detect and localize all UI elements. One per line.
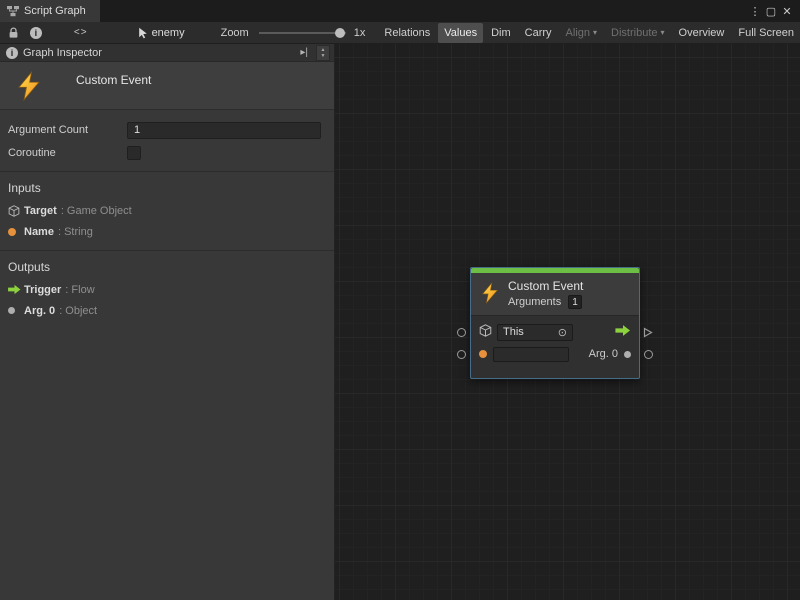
info-icon[interactable]: i <box>30 27 42 39</box>
chevron-down-icon: ▾ <box>593 23 597 43</box>
event-name-input[interactable] <box>493 347 569 362</box>
argument-count-row: Argument Count <box>0 120 334 140</box>
align-button[interactable]: Align ▾ <box>560 23 603 43</box>
input-name: Target <box>24 205 57 217</box>
graph-inspector-title: Graph Inspector <box>23 47 102 59</box>
zoom-label: Zoom <box>221 27 249 39</box>
node-arg-row: Arg. 0 <box>479 345 631 363</box>
custom-event-node[interactable]: Custom Event Arguments 1 This <box>470 267 640 379</box>
panel-scroll-widget[interactable]: ▲ ▼ <box>316 45 330 61</box>
outputs-heading: Outputs <box>0 251 334 279</box>
tab-bar: Script Graph ⋮ ▢ ✕ <box>0 0 800 22</box>
maximize-icon[interactable]: ▢ <box>763 5 779 18</box>
output-name: Trigger <box>24 284 61 296</box>
align-button-label: Align <box>566 23 590 43</box>
overview-button[interactable]: Overview <box>673 23 731 43</box>
input-row-name: Name : String <box>0 221 334 242</box>
coroutine-row: Coroutine <box>0 143 334 163</box>
input-name: Name <box>24 226 54 238</box>
object-picker-icon[interactable]: ⊙ <box>558 326 567 339</box>
tab-script-graph[interactable]: Script Graph <box>0 0 100 22</box>
full-screen-button[interactable]: Full Screen <box>732 23 800 43</box>
custom-event-icon <box>479 281 501 308</box>
info-icon: i <box>6 47 18 59</box>
script-graph-icon <box>7 6 19 17</box>
input-row-target: Target : Game Object <box>0 200 334 221</box>
custom-event-icon <box>14 70 44 105</box>
node-header[interactable]: Custom Event Arguments 1 <box>471 273 639 316</box>
collapse-panel-icon[interactable]: ▸| <box>300 47 308 58</box>
arg0-output-port[interactable] <box>644 350 653 359</box>
trigger-flow-arrow-icon[interactable] <box>615 324 631 340</box>
name-input-port[interactable] <box>457 350 466 359</box>
lock-icon[interactable] <box>8 27 19 39</box>
unit-title: Custom Event <box>76 73 151 87</box>
output-type: : Flow <box>65 284 94 296</box>
values-button[interactable]: Values <box>438 23 483 43</box>
game-object-cube-icon <box>8 205 24 217</box>
target-input-port[interactable] <box>457 328 466 337</box>
code-view-icon[interactable]: <> <box>74 27 88 38</box>
carry-button[interactable]: Carry <box>519 23 558 43</box>
breadcrumb-graph-name[interactable]: enemy <box>152 27 185 39</box>
zoom-value: 1x <box>354 27 366 39</box>
flow-arrow-icon <box>8 284 24 295</box>
graph-inspector-header: i Graph Inspector ▸| ▲ ▼ <box>0 44 334 62</box>
arg0-port-icon[interactable] <box>624 351 631 358</box>
node-arguments-count: 1 <box>568 295 582 309</box>
coroutine-checkbox[interactable] <box>127 146 141 160</box>
close-icon[interactable]: ✕ <box>779 5 795 18</box>
custom-event-node-wrapper: Custom Event Arguments 1 This <box>457 267 653 379</box>
unit-title-block: Custom Event <box>0 62 334 110</box>
chevron-down-icon: ▾ <box>661 23 665 43</box>
string-port-icon <box>8 228 24 236</box>
node-title: Custom Event <box>508 279 583 293</box>
dim-button[interactable]: Dim <box>485 23 517 43</box>
arg0-label: Arg. 0 <box>589 348 618 360</box>
argument-count-input[interactable] <box>127 122 321 139</box>
zoom-slider[interactable] <box>259 26 346 40</box>
window-controls: ⋮ ▢ ✕ <box>747 0 800 22</box>
node-target-row: This ⊙ <box>479 322 631 342</box>
argument-count-label: Argument Count <box>8 124 127 136</box>
tab-label: Script Graph <box>24 5 86 17</box>
graph-pointer-icon <box>138 27 148 39</box>
node-body: This ⊙ Arg. 0 <box>471 316 639 378</box>
graph-toolbar: i <> enemy Zoom 1x Relations Values Dim … <box>0 22 800 44</box>
trigger-output-port[interactable] <box>643 327 653 341</box>
relations-button[interactable]: Relations <box>378 23 436 43</box>
zoom-slider-track <box>259 32 346 34</box>
graph-inspector-panel: i Graph Inspector ▸| ▲ ▼ Custom Event Ar… <box>0 44 335 600</box>
coroutine-label: Coroutine <box>8 147 127 159</box>
input-type: : String <box>58 226 93 238</box>
scroll-down-icon[interactable]: ▼ <box>321 53 326 59</box>
game-object-cube-icon <box>479 324 492 340</box>
string-port-icon[interactable] <box>479 350 487 358</box>
input-type: : Game Object <box>61 205 132 217</box>
distribute-button-label: Distribute <box>611 23 657 43</box>
toolbar-buttons: Relations Values Dim Carry Align ▾ Distr… <box>378 23 800 43</box>
zoom-slider-knob[interactable] <box>335 28 345 38</box>
object-port-icon <box>8 307 24 314</box>
output-row-trigger: Trigger : Flow <box>0 279 334 300</box>
graph-canvas[interactable]: Custom Event Arguments 1 This <box>335 44 800 600</box>
distribute-button[interactable]: Distribute ▾ <box>605 23 670 43</box>
unity-script-graph-window: Script Graph ⋮ ▢ ✕ i <> enemy Zoom 1x Re… <box>0 0 800 600</box>
output-name: Arg. 0 <box>24 305 55 317</box>
output-type: : Object <box>59 305 97 317</box>
output-row-arg0: Arg. 0 : Object <box>0 300 334 321</box>
window-menu-icon[interactable]: ⋮ <box>747 5 763 18</box>
target-object-dropdown[interactable]: This ⊙ <box>497 324 573 341</box>
target-object-value: This <box>503 326 524 338</box>
inputs-heading: Inputs <box>0 172 334 200</box>
node-arguments-label: Arguments <box>508 296 561 308</box>
